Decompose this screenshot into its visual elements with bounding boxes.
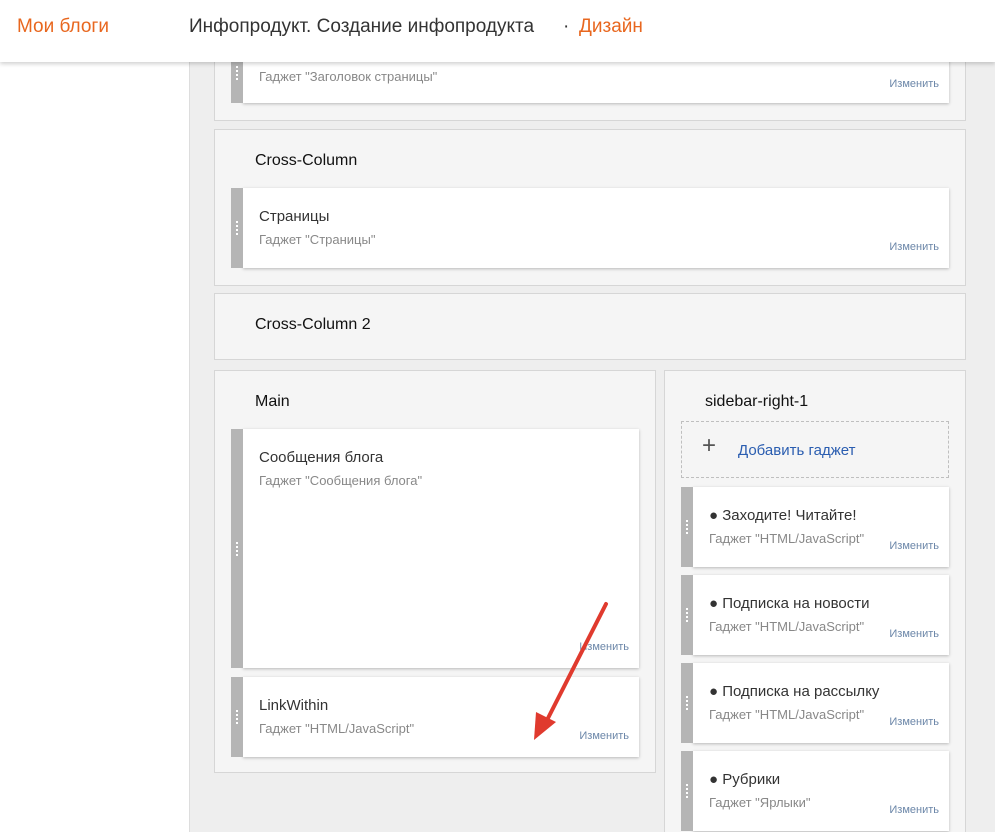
edit-link[interactable]: Изменить [889,241,939,253]
drag-handle[interactable] [231,677,243,757]
gadget-title: LinkWithin [259,697,329,714]
section-cross-column: Cross-Column Страницы Гаджет "Страницы" … [214,129,966,286]
add-gadget-button[interactable]: + Добавить гаджет [681,421,949,478]
gadget-type: Гаджет "HTML/JavaScript" [709,531,865,546]
drag-dots-icon [236,541,238,556]
gadget-type: Гаджет "HTML/JavaScript" [259,721,415,736]
gadget-sidebar-2: ● Подписка на новости Гаджет "HTML/JavaS… [681,575,949,655]
drag-dots-icon [686,520,688,534]
gadget-title: ● Подписка на новости [709,595,870,612]
gadget-title: Сообщения блога [259,449,384,466]
drag-dots-icon [686,784,688,798]
left-panel [0,62,189,832]
section-title: sidebar-right-1 [705,393,809,410]
gadget-type: Гаджет "Ярлыки" [709,795,811,810]
drag-dots-icon [686,608,688,622]
gadget-sidebar-3: ● Подписка на рассылку Гаджет "HTML/Java… [681,663,949,743]
section-name: Дизайн [579,16,643,37]
edit-link[interactable]: Изменить [889,716,939,728]
gadget-type: Гаджет "HTML/JavaScript" [709,619,865,634]
edit-link[interactable]: Изменить [579,641,629,653]
edit-link[interactable]: Изменить [579,730,629,742]
gadget-title: ● Рубрики [709,771,781,788]
section-main: Main Сообщения блога Гаджет "Сообщения б… [214,370,656,773]
gadget-pages: Страницы Гаджет "Страницы" Изменить [231,188,949,268]
add-gadget-label: Добавить гаджет [738,442,856,459]
gadget-title: ● Подписка на рассылку [709,683,880,700]
drag-handle[interactable] [231,429,243,668]
drag-dots-icon [686,696,688,710]
gadget-linkwithin: LinkWithin Гаджет "HTML/JavaScript" Изме… [231,677,639,757]
gadget-sidebar-1: ● Заходите! Читайте! Гаджет "HTML/JavaSc… [681,487,949,567]
drag-handle[interactable] [681,487,693,567]
edit-link[interactable]: Изменить [889,804,939,816]
drag-handle[interactable] [681,575,693,655]
gadget-type: Гаджет "Страницы" [259,232,376,247]
blog-title: Инфопродукт. Создание инфопродукта [189,16,535,37]
drag-dots-icon [236,66,238,80]
gadget-title: ● Заходите! Читайте! [709,507,857,524]
breadcrumb-separator: · [563,16,570,37]
drag-handle[interactable] [681,663,693,743]
section-cross-column-2: Cross-Column 2 [214,293,966,360]
gadget-sidebar-4: ● Рубрики Гаджет "Ярлыки" Изменить [681,751,949,831]
gadget-blog-posts: Сообщения блога Гаджет "Сообщения блога"… [231,429,639,668]
gadget-type: Гаджет "Сообщения блога" [259,473,423,488]
layout-canvas: Гаджет "Заголовок страницы" Изменить Cro… [189,42,995,832]
gadget-type: Гаджет "Заголовок страницы" [259,69,438,84]
top-bar: Мои блоги Инфопродукт. Создание инфопрод… [0,0,995,62]
section-title: Cross-Column [255,152,358,169]
drag-dots-icon [236,221,238,235]
drag-dots-icon [236,710,238,724]
plus-icon: + [702,432,717,459]
edit-link[interactable]: Изменить [889,540,939,552]
drag-handle[interactable] [231,188,243,268]
section-title: Main [255,393,290,410]
section-sidebar-right-1: sidebar-right-1 + Добавить гаджет ● Захо… [664,370,966,832]
gadget-type: Гаджет "HTML/JavaScript" [709,707,865,722]
drag-handle[interactable] [681,751,693,831]
gadget-title: Страницы [259,208,330,225]
edit-link[interactable]: Изменить [889,628,939,640]
edit-link[interactable]: Изменить [889,78,939,90]
my-blogs-link[interactable]: Мои блоги [17,16,109,38]
section-title: Cross-Column 2 [255,316,371,333]
